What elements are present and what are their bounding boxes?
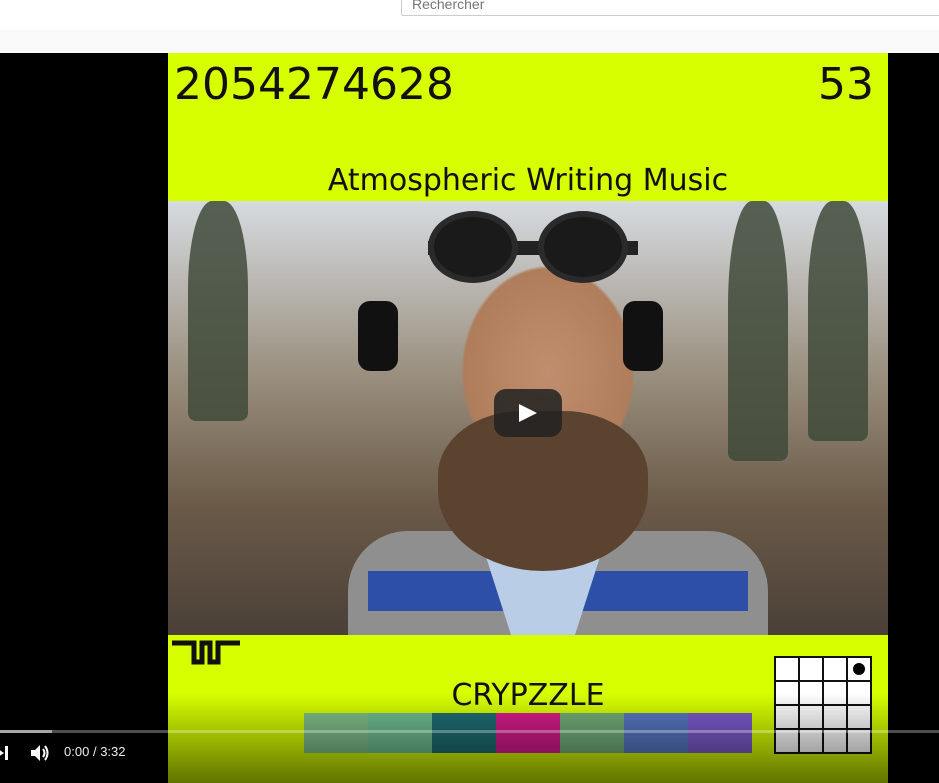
goggle-lens	[428, 211, 518, 283]
grid-cell	[776, 658, 798, 680]
grid-dot	[853, 663, 865, 675]
play-icon	[519, 404, 537, 422]
photo-tree	[728, 201, 788, 461]
search-input[interactable]	[401, 0, 939, 16]
player-controls	[0, 693, 939, 783]
progress-bar[interactable]	[0, 730, 939, 733]
play-button[interactable]	[494, 389, 562, 437]
photo-earflap	[623, 301, 663, 371]
grid-cell	[848, 658, 870, 680]
time-display: 0:00 / 3:32	[64, 744, 126, 759]
goggle-lens	[538, 211, 628, 283]
photo-tree	[188, 201, 248, 421]
cover-number-right: 53	[818, 59, 874, 110]
cover-number-left: 2054274628	[174, 59, 454, 110]
video-player[interactable]: 2054274628 53 Atmospheric Writing Music …	[0, 53, 939, 783]
duration: 3:32	[100, 744, 126, 759]
grid-cell	[800, 658, 822, 680]
logo-icon	[172, 640, 240, 665]
next-icon[interactable]	[0, 744, 10, 762]
cover-title: Atmospheric Writing Music	[327, 163, 729, 198]
progress-loaded	[0, 730, 52, 733]
top-bar	[0, 0, 939, 30]
grid-cell	[824, 658, 846, 680]
photo-earflap	[358, 301, 398, 371]
photo-tree	[808, 201, 868, 441]
current-time: 0:00	[64, 744, 90, 759]
time-separator: /	[92, 744, 97, 759]
volume-icon[interactable]	[28, 741, 52, 765]
photo-goggles	[428, 211, 638, 291]
